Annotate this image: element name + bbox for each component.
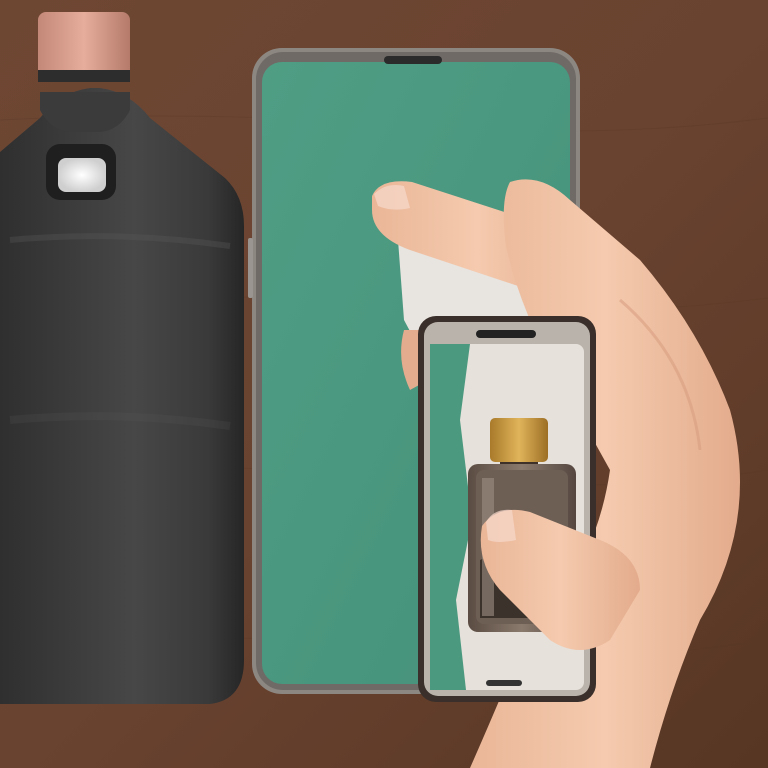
mini-bottle-cap [490, 418, 548, 462]
small-phone-home-bar [486, 680, 522, 686]
bottle-lens-highlight [58, 158, 106, 192]
bottle-cap [38, 12, 130, 78]
photo-scene [0, 0, 768, 768]
photo-illustration [0, 0, 768, 768]
phone-speaker-notch [384, 56, 442, 64]
